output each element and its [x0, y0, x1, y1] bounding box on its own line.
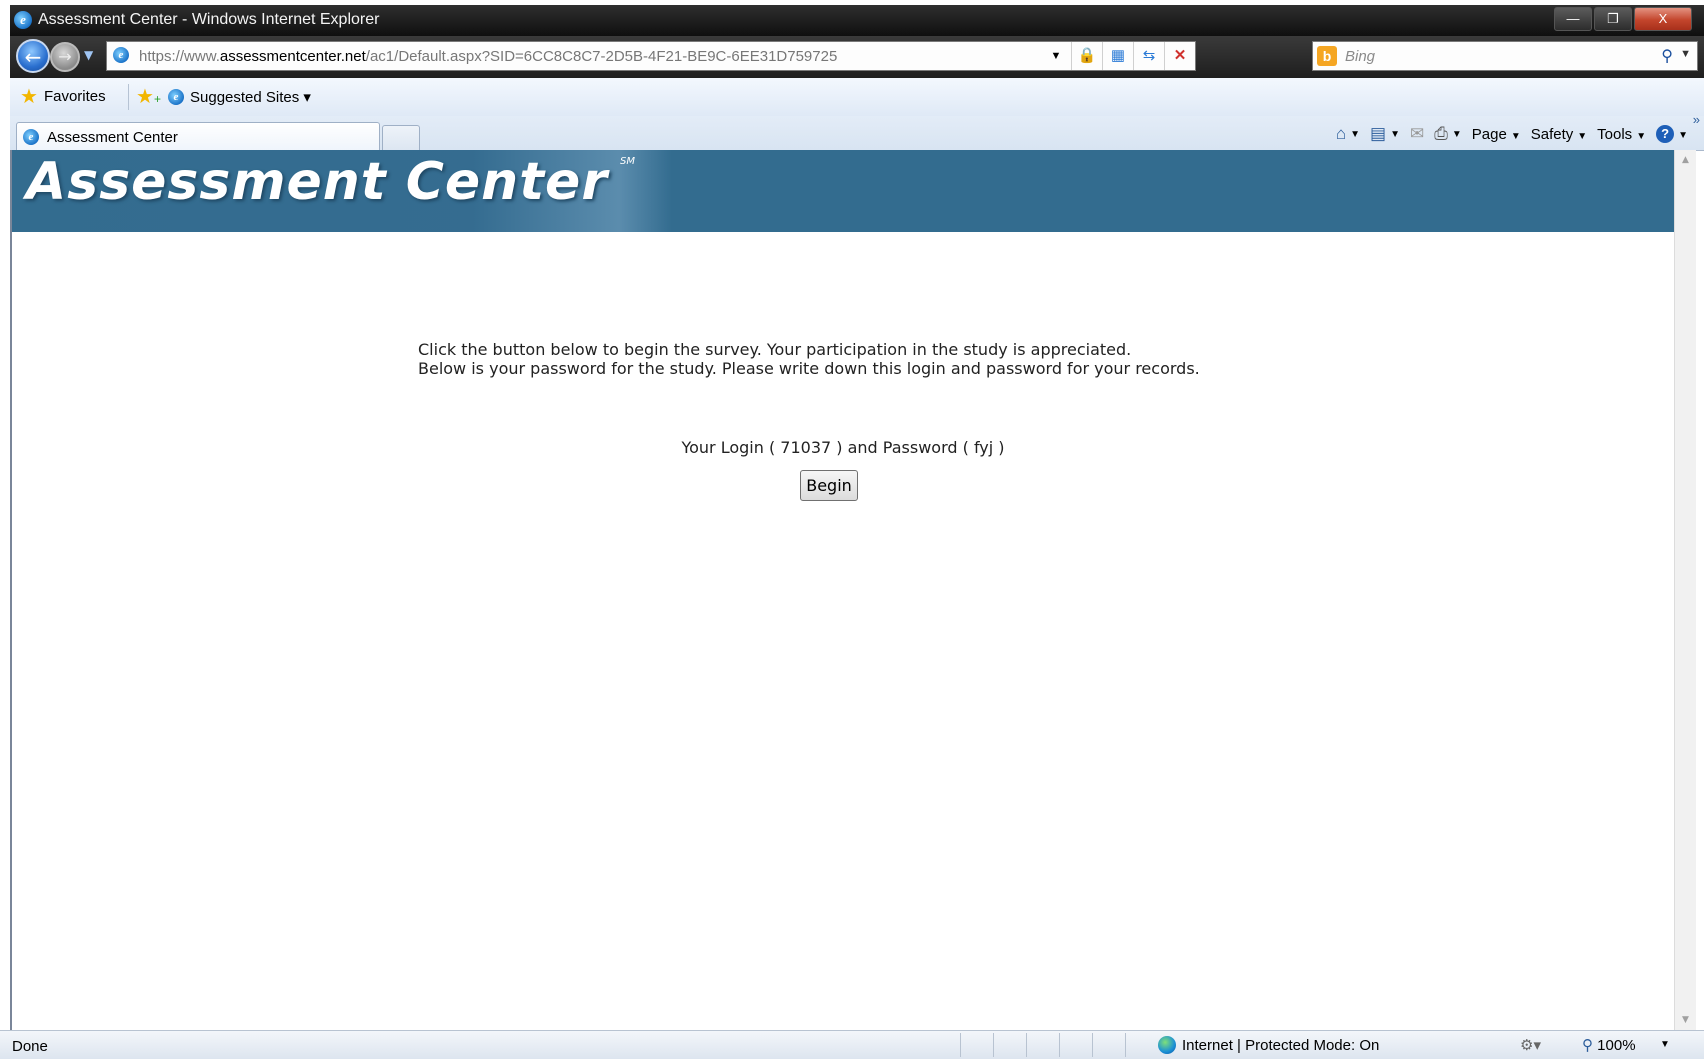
address-bar-buttons: ▼ 🔒 ▦ ⇆ ✕: [1041, 42, 1195, 70]
security-zone-label: Internet | Protected Mode: On: [1182, 1036, 1380, 1054]
command-bar: ⌂ ▼ ▤ ▼ ✉ ⎙ ▼ Page ▼ Safety ▼ Tools ▼ ? ▼: [1326, 124, 1688, 144]
favorites-star-icon: ★: [20, 85, 38, 108]
safety-menu-label: Safety: [1530, 125, 1574, 143]
safety-menu[interactable]: Safety ▼: [1531, 126, 1587, 143]
compatibility-view-icon[interactable]: ▦: [1102, 42, 1133, 70]
search-box[interactable]: b Bing ⚲ ▼: [1312, 41, 1698, 71]
home-dropdown[interactable]: ▼: [1350, 129, 1360, 140]
close-window-button[interactable]: X: [1634, 7, 1692, 31]
site-banner: Assessment Center SM: [12, 150, 1674, 232]
favorites-separator: [128, 84, 129, 110]
search-placeholder[interactable]: Bing: [1345, 48, 1375, 65]
url-scheme: https://: [139, 48, 185, 65]
address-dropdown-icon[interactable]: ▼: [1041, 42, 1071, 70]
tab-page-icon: e: [23, 129, 39, 145]
favorites-button[interactable]: ★ Favorites: [20, 85, 106, 108]
vertical-scrollbar[interactable]: ▲ ▼: [1674, 150, 1696, 1030]
address-bar[interactable]: e https://www.assessmentcenter.net/ac1/D…: [106, 41, 1196, 71]
minimize-button[interactable]: —: [1554, 7, 1592, 31]
tools-menu[interactable]: Tools ▼: [1597, 126, 1646, 143]
more-commands-icon[interactable]: »: [1693, 112, 1700, 127]
forward-button[interactable]: →: [50, 42, 80, 72]
help-icon: ?: [1656, 125, 1675, 143]
instructions-line-1: Click the button below to begin the surv…: [418, 340, 1132, 359]
new-tab-button[interactable]: [382, 125, 420, 152]
url-host: assessmentcenter.net: [219, 48, 366, 65]
page-menu-label: Page: [1471, 125, 1507, 143]
tab-assessment-center[interactable]: e Assessment Center: [16, 122, 380, 152]
refresh-icon[interactable]: ⇆: [1133, 42, 1164, 70]
help-menu[interactable]: ? ▼: [1656, 125, 1688, 143]
tools-menu-label: Tools: [1597, 125, 1633, 143]
bing-logo-icon: b: [1317, 46, 1337, 66]
suggested-sites-icon: e: [168, 89, 184, 105]
page-menu[interactable]: Page ▼: [1472, 126, 1521, 143]
favorites-bar: ★ Favorites ★+ e Suggested Sites ▾: [10, 78, 1704, 116]
zoom-label: 100%: [1597, 1037, 1636, 1054]
print-dropdown[interactable]: ▼: [1452, 129, 1462, 140]
stop-icon[interactable]: ✕: [1164, 42, 1195, 70]
home-icon[interactable]: ⌂: [1336, 124, 1346, 144]
url-path: /ac1/Default.aspx?SID=6CC8C8C7-2D5B-4F21…: [365, 48, 838, 65]
feeds-icon[interactable]: ▤: [1370, 124, 1386, 144]
instructions-line-2: Below is your password for the study. Pl…: [418, 359, 1200, 378]
ie-logo-icon: e: [14, 11, 32, 29]
tab-row: e Assessment Center ⌂ ▼ ▤ ▼ ✉ ⎙ ▼ Page ▼ Saf…: [10, 112, 1704, 152]
begin-button[interactable]: Begin: [800, 470, 858, 501]
page-content: Assessment Center SM Click the button be…: [10, 150, 1674, 1030]
print-icon[interactable]: ⎙: [1434, 124, 1448, 144]
zoom-dropdown[interactable]: ▼: [1660, 1039, 1670, 1050]
search-options-dropdown[interactable]: ▼: [1680, 48, 1691, 60]
status-panes: [960, 1033, 1158, 1057]
scroll-down-arrow-icon[interactable]: ▼: [1675, 1010, 1696, 1030]
suggested-sites-button[interactable]: e Suggested Sites ▾: [168, 88, 311, 106]
instructions-text: Click the button below to begin the surv…: [418, 340, 1200, 378]
scroll-up-arrow-icon[interactable]: ▲: [1675, 150, 1696, 170]
window-title: Assessment Center - Windows Internet Exp…: [38, 11, 380, 28]
restore-button[interactable]: ❐: [1594, 7, 1632, 31]
suggested-sites-label: Suggested Sites ▾: [190, 89, 311, 106]
navigation-bar: ← → ▼ e https://www.assessmentcenter.net…: [10, 36, 1704, 78]
feeds-dropdown[interactable]: ▼: [1390, 129, 1400, 140]
status-text: Done: [12, 1038, 48, 1055]
site-logo: Assessment Center: [26, 152, 608, 212]
protected-mode-icon[interactable]: ⚙▾: [1520, 1036, 1541, 1054]
zoom-level[interactable]: ⚲ 100%: [1582, 1036, 1636, 1054]
search-icon[interactable]: ⚲: [1661, 46, 1673, 66]
globe-icon: [1158, 1036, 1176, 1054]
recent-pages-dropdown[interactable]: ▼: [84, 48, 93, 62]
security-zone[interactable]: Internet | Protected Mode: On: [1158, 1036, 1379, 1054]
page-icon: e: [113, 47, 129, 63]
lock-icon[interactable]: 🔒: [1071, 42, 1102, 70]
address-url[interactable]: https://www.assessmentcenter.net/ac1/Def…: [139, 48, 837, 65]
url-subdomain: www.: [184, 48, 220, 65]
window-title-bar: e Assessment Center - Windows Internet E…: [10, 5, 1704, 36]
status-bar: Done Internet | Protected Mode: On ⚙▾ ⚲ …: [0, 1030, 1704, 1059]
back-button[interactable]: ←: [16, 39, 50, 73]
tab-label: Assessment Center: [47, 129, 178, 146]
favorites-label: Favorites: [43, 88, 106, 105]
zoom-icon: ⚲: [1582, 1037, 1593, 1054]
service-mark: SM: [620, 156, 635, 167]
login-credentials: Your Login ( 71037 ) and Password ( fyj …: [681, 438, 1005, 457]
window-controls: — ❐ X: [1552, 7, 1692, 31]
add-to-favorites-icon[interactable]: ★+: [136, 84, 161, 109]
read-mail-icon[interactable]: ✉: [1410, 124, 1424, 144]
